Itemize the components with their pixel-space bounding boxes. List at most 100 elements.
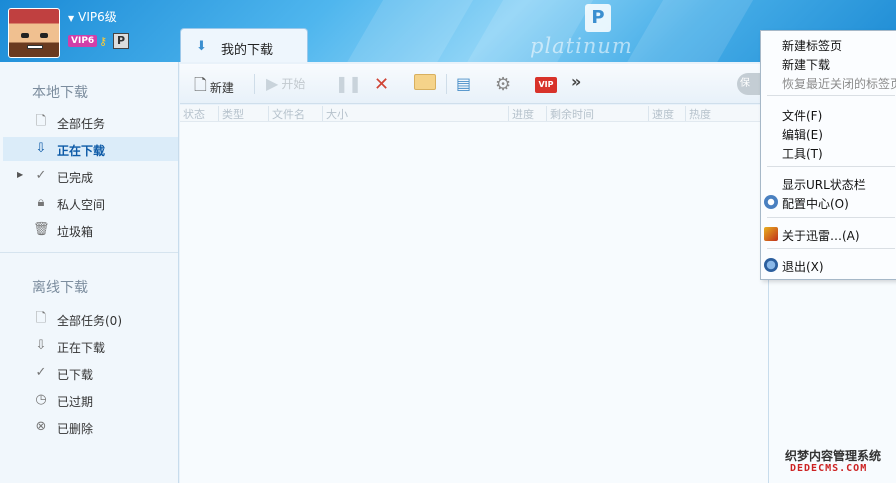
menu-item-new-download[interactable]: 新建下载 (761, 54, 896, 72)
sidebar-item-label: 正在下载 (57, 144, 106, 158)
menu-separator (767, 248, 895, 249)
column-header-speed[interactable]: 速度 (648, 106, 674, 121)
more-button[interactable]: » (571, 72, 581, 94)
key-icon[interactable]: ⚷ (99, 35, 107, 48)
avatar[interactable] (8, 8, 60, 58)
double-chevron-icon: » (571, 72, 582, 91)
file-icon: 🗋 (35, 114, 47, 129)
sidebar-item-label: 垃圾箱 (57, 225, 94, 239)
sidebar-item-offline-downloading[interactable]: ⇩ 正在下载 (3, 334, 178, 358)
logo-icon: P (585, 4, 611, 32)
menu-item-tools[interactable]: 工具(T) (761, 143, 896, 161)
vip-button[interactable]: VIP (535, 76, 557, 98)
sidebar-item-offline-deleted[interactable]: ⊗ 已删除 (3, 415, 178, 439)
pause-button[interactable]: ❚❚ (335, 74, 362, 96)
vip-level-dropdown[interactable]: ▼ VIP6级 (68, 8, 117, 25)
menu-item-about[interactable]: 关于迅雷…(A) (761, 225, 896, 243)
sidebar-item-offline-all[interactable]: 🗋 全部任务(0) (3, 307, 178, 331)
avatar-eye (21, 33, 29, 38)
new-task-button[interactable]: 🗋 新建 (194, 74, 234, 96)
column-header-status[interactable]: 状态 (180, 106, 205, 121)
caret-down-icon: ▼ (68, 14, 75, 23)
new-label: 新建 (209, 81, 234, 95)
sidebar-item-label: 全部任务 (57, 117, 106, 131)
tab-my-downloads[interactable]: ⬇ 我的下载 (180, 28, 308, 62)
header-decoration (313, 0, 497, 62)
new-file-icon: 🗋 (194, 75, 207, 94)
start-label: 开始 (281, 77, 306, 91)
sidebar-item-offline-downloaded[interactable]: ✓ 已下载 (3, 361, 178, 385)
start-button[interactable]: ▶ 开始 (266, 74, 305, 96)
gear-icon: ⚙ (495, 74, 512, 95)
delete-button[interactable]: ✕ (374, 74, 389, 96)
p-badge[interactable]: P (113, 33, 129, 49)
menu-item-label: 编辑(E) (782, 128, 823, 142)
menu-separator (767, 95, 895, 96)
menu-item-show-url-bar[interactable]: 显示URL状态栏 (761, 174, 896, 192)
sidebar-item-all-tasks[interactable]: 🗋 全部任务 (3, 110, 178, 134)
sidebar-item-label: 已过期 (57, 395, 94, 409)
main-menu: 新建标签页 新建下载 恢复最近关闭的标签页 文件(F) 编辑(E) 工具(T) … (760, 30, 896, 280)
menu-item-label: 退出(X) (782, 260, 824, 274)
menu-item-exit[interactable]: 退出(X) (761, 256, 896, 274)
local-download-title: 本地下载 (32, 85, 88, 101)
menu-item-label: 关于迅雷…(A) (782, 229, 860, 243)
watermark-title: 织梦内容管理系统 (785, 449, 882, 463)
offline-download-title: 离线下载 (32, 280, 88, 296)
exit-icon (764, 258, 778, 272)
watermark-url: DEDECMS.COM (790, 463, 868, 474)
menu-item-label: 配置中心(O) (782, 197, 849, 211)
menu-item-label: 新建标签页 (782, 39, 843, 53)
brand-text: platinum (530, 34, 633, 58)
menu-item-label: 恢复最近关闭的标签页 (782, 77, 896, 91)
sidebar-item-label: 私人空间 (57, 198, 106, 212)
download-arrow-icon: ⇩ (35, 141, 47, 156)
open-folder-button[interactable] (414, 74, 436, 96)
clock-icon: ◷ (35, 392, 47, 407)
play-icon: ▶ (266, 74, 279, 93)
sidebar-item-offline-expired[interactable]: ◷ 已过期 (3, 388, 178, 412)
delete-x-icon: ✕ (374, 74, 390, 95)
sidebar: 本地下载 🗋 全部任务 ⇩ 正在下载 ▶ ✓ 已完成 🔒︎ 私人空间 🗑︎ 垃圾… (0, 62, 179, 483)
pause-icon: ❚❚ (335, 74, 362, 93)
column-header-type[interactable]: 类型 (218, 106, 244, 121)
column-header-size[interactable]: 大小 (322, 106, 348, 121)
column-header-remaining-time[interactable]: 剩余时间 (546, 106, 594, 121)
toolbar-separator (446, 74, 447, 94)
sidebar-item-label: 全部任务(0) (57, 314, 122, 328)
column-header-progress[interactable]: 进度 (508, 106, 534, 121)
toolbar-separator (254, 74, 255, 94)
check-icon: ✓ (35, 168, 47, 183)
sidebar-item-downloading[interactable]: ⇩ 正在下载 (3, 137, 178, 161)
file-icon: 🗋 (35, 311, 47, 326)
delete-circle-icon: ⊗ (35, 419, 47, 434)
menu-separator (767, 217, 895, 218)
menu-item-config-center[interactable]: 配置中心(O) (761, 193, 896, 211)
sidebar-item-completed[interactable]: ▶ ✓ 已完成 (3, 164, 178, 188)
avatar-eye (40, 33, 48, 38)
settings-button[interactable]: ⚙ (495, 74, 511, 96)
folder-icon (414, 74, 436, 90)
sidebar-item-trash[interactable]: 🗑︎ 垃圾箱 (3, 218, 178, 242)
menu-separator (767, 166, 895, 167)
sidebar-item-label: 已下载 (57, 368, 94, 382)
column-header-filename[interactable]: 文件名 (268, 106, 305, 121)
sidebar-item-label: 正在下载 (57, 341, 106, 355)
vip-badge[interactable]: VIP6 (68, 35, 98, 47)
menu-item-label: 文件(F) (782, 109, 823, 123)
task-list-area[interactable] (180, 122, 768, 483)
avatar-mouth (27, 45, 43, 49)
menu-item-restore-tab[interactable]: 恢复最近关闭的标签页 (761, 73, 896, 91)
view-toggle-button[interactable]: ▤ (456, 74, 471, 96)
expand-arrow-icon[interactable]: ▶ (17, 170, 23, 179)
sidebar-item-label: 已删除 (57, 422, 94, 436)
menu-item-file[interactable]: 文件(F) (761, 105, 896, 123)
tab-label: 我的下载 (221, 43, 274, 58)
column-header-heat[interactable]: 热度 (685, 106, 711, 121)
trash-icon: 🗑︎ (33, 222, 50, 237)
toolbar: 🗋 新建 ▶ 开始 ❚❚ ✕ ▤ ⚙ VIP » (180, 64, 768, 104)
menu-item-edit[interactable]: 编辑(E) (761, 124, 896, 142)
menu-item-label: 新建下载 (782, 58, 831, 72)
sidebar-item-private-space[interactable]: 🔒︎ 私人空间 (3, 191, 178, 215)
menu-item-new-tab[interactable]: 新建标签页 (761, 35, 896, 53)
